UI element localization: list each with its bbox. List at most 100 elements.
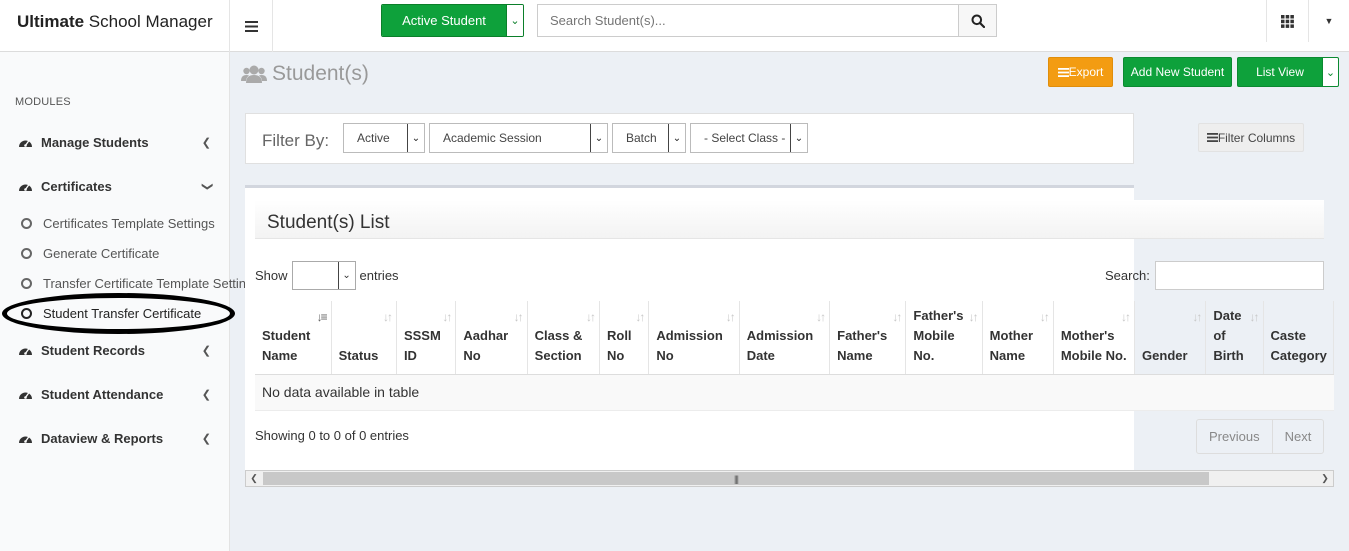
table-search-input[interactable] (1155, 261, 1324, 290)
sort-desc-icon: ↓≡ (316, 310, 328, 324)
menu-toggle-button[interactable] (230, 0, 273, 52)
search-button[interactable] (958, 5, 996, 36)
column-header-label: Class & Section (534, 327, 583, 363)
sidebar-subitem-generate-certificate[interactable]: Generate Certificate (0, 240, 159, 266)
list-header: Student(s) List (255, 200, 1324, 239)
column-header-student-name[interactable]: ↓≡ Student Name (255, 301, 332, 375)
sort-icon: ↓↑ (442, 310, 452, 324)
sort-icon: ↓↑ (968, 310, 979, 324)
student-search (537, 4, 997, 37)
column-header-fathers-name[interactable]: ↓↑ Father's Name (829, 301, 907, 375)
column-header-sssm-id[interactable]: ↓↑ SSSM ID (396, 301, 457, 375)
sidebar-item-label: Student Records (41, 342, 146, 358)
scroll-left-icon[interactable]: ❮ (246, 471, 262, 486)
column-header-status[interactable]: ↓↑ Status (331, 301, 397, 375)
scroll-right-icon[interactable]: ❯ (1317, 471, 1333, 486)
sidebar-item-certificates[interactable]: Certificates ❮ (0, 171, 230, 201)
sidebar-item-student-records[interactable]: Student Records ❮ (0, 335, 230, 365)
search-icon (971, 14, 985, 28)
export-button[interactable]: Export (1048, 57, 1113, 87)
table-container: ↓≡ Student Name ↓↑ Status ↓↑ SSSM ID ↓↑ Aadh… (255, 301, 1334, 411)
circle-icon (21, 277, 32, 289)
column-header-label: Father's Mobile No. (913, 307, 964, 363)
scrollbar-thumb[interactable]: ||| (263, 472, 1209, 485)
user-menu-button[interactable]: ▼ (1308, 0, 1349, 42)
dashboard-icon (18, 387, 34, 401)
academic-session-select[interactable]: Academic Session ⌄ (429, 123, 608, 153)
column-header-label: Mother's Mobile No. (1060, 327, 1127, 363)
sidebar-section-label: MODULES (15, 96, 71, 108)
column-header-label: Student Name (262, 327, 311, 363)
batch-select[interactable]: Batch ⌄ (612, 123, 686, 153)
status-select[interactable]: Active ⌄ (343, 123, 425, 153)
chevron-left-icon: ❮ (201, 433, 211, 445)
sidebar-subitem-label: Student Transfer Certificate (43, 305, 202, 321)
column-header-admission-date[interactable]: ↓↑ Admission Date (739, 301, 831, 375)
next-page-button[interactable]: Next (1271, 420, 1324, 453)
circle-icon (21, 217, 32, 229)
app-logo[interactable]: Ultimate School Manager (0, 0, 230, 52)
sidebar-item-dataview-reports[interactable]: Dataview & Reports ❮ (0, 423, 230, 453)
column-header-label: SSSM ID (403, 327, 441, 363)
column-header-mothers-mobile[interactable]: ↓↑ Mother's Mobile No. (1053, 301, 1136, 375)
column-header-date-of-birth[interactable]: ↓↑ Date of Birth (1205, 301, 1264, 375)
chevron-down-icon: ⌄ (1322, 58, 1338, 86)
filter-columns-label: Filter Columns (1217, 130, 1296, 145)
class-value: - Select Class - (704, 131, 786, 145)
hamburger-icon (244, 20, 258, 32)
add-new-student-button[interactable]: Add New Student (1123, 57, 1232, 87)
horizontal-scrollbar[interactable]: ❮ ||| ❯ (245, 470, 1334, 487)
sidebar-item-student-attendance[interactable]: Student Attendance ❮ (0, 379, 230, 409)
status-select-value: Active (357, 131, 390, 145)
column-header-aadhar-no[interactable]: ↓↑ Aadhar No (455, 301, 528, 375)
student-status-dropdown[interactable]: Active Student ⌄ (381, 4, 524, 37)
column-header-mother-name[interactable]: ↓↑ Mother Name (982, 301, 1054, 375)
column-header-roll-no[interactable]: ↓↑ Roll No (599, 301, 650, 375)
dashboard-icon (18, 179, 34, 193)
column-header-caste-category[interactable]: Caste Category (1263, 301, 1334, 375)
student-status-label: Active Student (382, 5, 506, 36)
batch-value: Batch (626, 131, 657, 145)
page-title-text: Student(s) (272, 62, 369, 85)
sidebar-item-manage-students[interactable]: Manage Students ❮ (0, 127, 230, 157)
table-row: No data available in table (255, 374, 1334, 411)
sidebar-item-label: Student Attendance (41, 386, 164, 402)
chevron-down-icon: ⌄ (668, 124, 685, 152)
column-header-label: Status (338, 347, 379, 363)
previous-page-button[interactable]: Previous (1197, 420, 1272, 453)
sort-icon: ↓↑ (1249, 310, 1260, 324)
circle-icon (21, 307, 32, 319)
sidebar-subitem-label: Generate Certificate (43, 245, 160, 261)
page-length-select[interactable]: ⌄ (291, 261, 356, 290)
chevron-down-icon: ⌄ (407, 124, 424, 152)
list-icon (1206, 133, 1218, 142)
filter-columns-button[interactable]: Filter Columns (1198, 123, 1304, 152)
sidebar-subitem-label: Transfer Certificate Template Settings (43, 275, 260, 291)
table-header-row: ↓≡ Student Name ↓↑ Status ↓↑ SSSM ID ↓↑ Aadh… (255, 301, 1334, 375)
sort-icon: ↓↑ (1121, 310, 1131, 324)
academic-session-value: Academic Session (443, 131, 542, 145)
page-title: Student(s) (241, 62, 369, 86)
class-select[interactable]: - Select Class - ⌄ (690, 123, 808, 153)
sort-icon: ↓↑ (382, 310, 393, 324)
chevron-down-icon: ⌄ (790, 124, 807, 152)
users-icon (241, 65, 267, 83)
sidebar-subitem-certificates-template-settings[interactable]: Certificates Template Settings (0, 210, 215, 236)
filter-panel: Filter By: Active ⌄ Academic Session ⌄ Bat… (245, 113, 1304, 164)
list-view-dropdown[interactable]: List View ⌄ (1237, 57, 1339, 87)
column-header-class-section[interactable]: ↓↑ Class & Section (527, 301, 600, 375)
sidebar-subitem-transfer-certificate-template-settings[interactable]: Transfer Certificate Template Settings (0, 270, 260, 296)
page-length-control: Show ⌄ entries (255, 261, 399, 290)
apps-button[interactable] (1266, 0, 1308, 42)
student-search-input[interactable] (538, 5, 958, 36)
sidebar-item-label: Manage Students (41, 134, 149, 150)
sidebar-subitem-student-transfer-certificate[interactable]: Student Transfer Certificate (0, 300, 201, 326)
column-header-label: Aadhar No (463, 327, 509, 363)
filter-label: Filter By: (262, 131, 330, 150)
column-header-fathers-mobile[interactable]: ↓↑ Father's Mobile No. (905, 301, 983, 375)
top-navbar: Ultimate School Manager Active Student ⌄… (0, 0, 1349, 52)
grid-icon (1281, 14, 1294, 28)
column-header-admission-no[interactable]: ↓↑ Admission No (648, 301, 740, 375)
table-info: Showing 0 to 0 of 0 entries (255, 428, 409, 443)
column-header-gender[interactable]: ↓↑ Gender (1134, 301, 1207, 375)
